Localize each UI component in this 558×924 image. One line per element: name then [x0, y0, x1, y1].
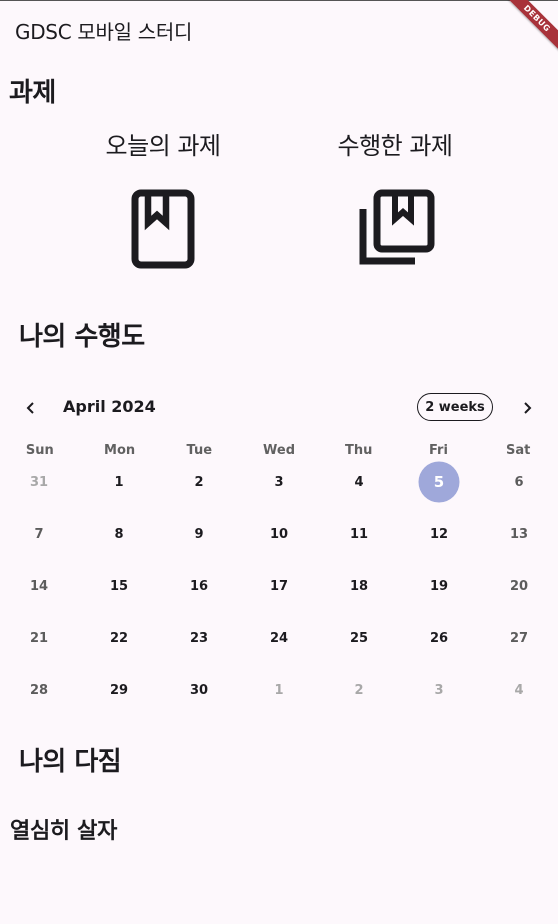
calendar-day-number: 26 [429, 630, 449, 646]
calendar-day-number: 4 [354, 474, 364, 490]
chevron-right-icon [524, 402, 532, 414]
resolution-section-title: 나의 다짐 [19, 747, 122, 777]
calendar-week-row: 14 15 16 17 18 19 20 [0, 560, 558, 612]
calendar-day-number: 4 [514, 682, 524, 698]
calendar-day-cell[interactable]: 2 [159, 456, 239, 508]
calendar-day-number: 24 [269, 630, 289, 646]
progress-section-title: 나의 수행도 [19, 322, 145, 352]
calendar-day-number: 8 [114, 526, 124, 542]
today-task-card[interactable]: 오늘의 과제 [73, 126, 253, 269]
calendar-day-number: 12 [429, 526, 449, 542]
calendar-day-number: 3 [434, 682, 444, 698]
calendar-day-cell[interactable]: 11 [319, 508, 399, 560]
calendar-day-number: 15 [109, 578, 129, 594]
calendar-day-number: 18 [349, 578, 369, 594]
window-top-border [0, 0, 558, 1]
calendar-day-cell[interactable]: 15 [79, 560, 159, 612]
calendar-day-cell[interactable]: 1 [79, 456, 159, 508]
calendar-day-cell[interactable]: 27 [479, 612, 558, 664]
calendar-week-row: 28 29 30 1 2 3 4 [0, 664, 558, 716]
calendar-day-number: 27 [509, 630, 529, 646]
calendar-month-title: April 2024 [63, 397, 156, 416]
calendar-day-number: 29 [109, 682, 129, 698]
calendar-day-cell[interactable]: 12 [399, 508, 479, 560]
calendar-day-cell[interactable]: 29 [79, 664, 159, 716]
calendar-day-number: 23 [189, 630, 209, 646]
calendar-day-number: 1 [114, 474, 124, 490]
resolution-text: 열심히 살자 [10, 819, 118, 844]
debug-banner: DEBUG [498, 0, 558, 60]
app-bar-title: GDSC 모바일 스터디 [15, 20, 193, 44]
calendar-day-cell[interactable]: 3 [399, 664, 479, 716]
calendar-day-cell[interactable]: 31 [0, 456, 79, 508]
calendar-day-number: 31 [29, 474, 49, 490]
calendar-day-cell[interactable]: 26 [399, 612, 479, 664]
calendar-week-row: 31 1 2 3 4 5 6 [0, 456, 558, 508]
calendar-day-number: 17 [269, 578, 289, 594]
calendar-day-cell[interactable]: 1 [239, 664, 319, 716]
today-task-label: 오늘의 과제 [105, 132, 221, 160]
calendar-grid: 31 1 2 3 4 5 6 7 8 9 10 11 12 13 14 15 16 17 18 19 20 21 22 23 2… [0, 456, 558, 716]
calendar-day-cell[interactable]: 10 [239, 508, 319, 560]
calendar-day-cell[interactable]: 22 [79, 612, 159, 664]
tasks-section-title: 과제 [9, 78, 56, 108]
calendar-day-cell[interactable]: 5 [399, 456, 479, 508]
library-books-icon [359, 189, 435, 265]
calendar-day-number: 25 [349, 630, 369, 646]
calendar-day-cell[interactable]: 9 [159, 508, 239, 560]
calendar-day-cell[interactable]: 20 [479, 560, 558, 612]
calendar-day-cell[interactable]: 24 [239, 612, 319, 664]
calendar-day-number: 28 [29, 682, 49, 698]
calendar-day-cell[interactable]: 7 [0, 508, 79, 560]
next-month-button[interactable] [515, 396, 539, 420]
calendar-day-cell[interactable]: 4 [479, 664, 558, 716]
calendar-day-number: 21 [29, 630, 49, 646]
prev-month-button[interactable] [19, 396, 43, 420]
calendar-day-number: 20 [509, 578, 529, 594]
calendar-day-number: 11 [349, 526, 369, 542]
calendar-day-cell[interactable]: 8 [79, 508, 159, 560]
calendar-day-number: 30 [189, 682, 209, 698]
calendar-day-cell[interactable]: 18 [319, 560, 399, 612]
calendar-day-cell[interactable]: 21 [0, 612, 79, 664]
calendar-day-number: 13 [509, 526, 529, 542]
calendar-day-number: 16 [189, 578, 209, 594]
calendar-day-cell[interactable]: 23 [159, 612, 239, 664]
calendar-day-cell[interactable]: 14 [0, 560, 79, 612]
calendar-day-number: 10 [269, 526, 289, 542]
calendar-day-cell[interactable]: 19 [399, 560, 479, 612]
done-task-label: 수행한 과제 [337, 132, 453, 160]
calendar-day-cell[interactable]: 16 [159, 560, 239, 612]
calendar-day-number: 22 [109, 630, 129, 646]
calendar-day-cell[interactable]: 6 [479, 456, 558, 508]
calendar-day-cell[interactable]: 28 [0, 664, 79, 716]
calendar-day-number: 14 [29, 578, 49, 594]
calendar-day-number: 7 [34, 526, 44, 542]
done-task-card[interactable]: 수행한 과제 [305, 126, 485, 269]
debug-banner-label: DEBUG [501, 0, 558, 54]
bookmark-book-icon [131, 189, 195, 269]
calendar-day-number: 5 [433, 473, 445, 491]
calendar-day-cell[interactable]: 4 [319, 456, 399, 508]
calendar-day-cell[interactable]: 13 [479, 508, 558, 560]
calendar-day-cell[interactable]: 17 [239, 560, 319, 612]
calendar-day-number: 2 [354, 682, 364, 698]
calendar-day-number: 6 [514, 474, 524, 490]
calendar-day-cell[interactable]: 2 [319, 664, 399, 716]
calendar-day-number: 2 [194, 474, 204, 490]
calendar-format-button[interactable]: 2 weeks [417, 393, 493, 421]
calendar-day-number: 9 [194, 526, 204, 542]
calendar-day-cell[interactable]: 25 [319, 612, 399, 664]
chevron-left-icon [26, 402, 34, 414]
calendar-day-cell[interactable]: 30 [159, 664, 239, 716]
calendar-day-number: 19 [429, 578, 449, 594]
calendar-day-number: 3 [274, 474, 284, 490]
calendar-day-number: 1 [274, 682, 284, 698]
calendar-header: April 2024 2 weeks [0, 393, 558, 423]
calendar-week-row: 21 22 23 24 25 26 27 [0, 612, 558, 664]
calendar-week-row: 7 8 9 10 11 12 13 [0, 508, 558, 560]
calendar-day-cell[interactable]: 3 [239, 456, 319, 508]
